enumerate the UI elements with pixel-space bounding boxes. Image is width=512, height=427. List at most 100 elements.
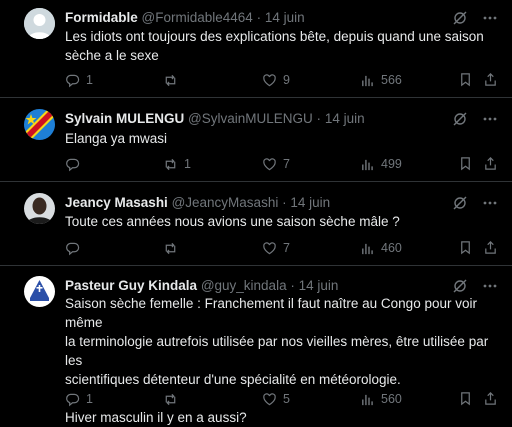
tweet-text: Elanga ya mwasi — [65, 129, 492, 148]
reply-count: 1 — [86, 392, 93, 406]
repost-button[interactable]: 1 — [163, 156, 191, 172]
grok-icon[interactable] — [452, 195, 468, 211]
avatar[interactable] — [24, 109, 55, 140]
tweet-text-line: Hiver masculin il y en a aussi? — [65, 410, 247, 425]
tweet-text: Les idiots ont toujours des explications… — [65, 27, 492, 65]
separator-dot: · — [316, 111, 322, 126]
more-icon[interactable] — [482, 278, 498, 294]
tweet-text-line: sèche a le sexe — [65, 48, 159, 63]
views-count: 566 — [381, 73, 402, 87]
views-button[interactable]: 460 — [360, 240, 402, 256]
share-icon[interactable] — [483, 240, 498, 255]
tweet-text-line: la terminologie autrefois utilisée par n… — [65, 334, 489, 368]
tweet-4[interactable]: Pasteur Guy Kindala @guy_kindala · 14 ju… — [0, 266, 512, 425]
avatar[interactable] — [24, 193, 55, 224]
separator-dot: · — [290, 278, 295, 293]
separator-dot: · — [282, 195, 287, 210]
reply-button[interactable] — [65, 240, 86, 256]
like-button[interactable]: 7 — [262, 156, 290, 172]
bookmark-icon[interactable] — [458, 391, 473, 406]
like-button[interactable]: 7 — [262, 240, 290, 256]
bookmark-icon[interactable] — [458, 240, 473, 255]
repost-icon — [165, 158, 176, 170]
views-count: 499 — [381, 157, 402, 171]
views-button[interactable]: 499 — [360, 156, 402, 172]
views-button[interactable]: 560 — [360, 391, 402, 407]
bookmark-icon[interactable] — [458, 72, 473, 87]
more-icon[interactable] — [482, 111, 498, 127]
share-icon[interactable] — [483, 72, 498, 87]
avatar[interactable] — [24, 276, 55, 307]
author-name[interactable]: Jeancy Masashi — [65, 195, 168, 210]
author-handle[interactable]: @JeancyMasashi — [172, 195, 279, 210]
tweet-1[interactable]: Formidable @Formidable4464 · 14 juin Les… — [0, 0, 512, 97]
repost-button[interactable] — [163, 72, 184, 88]
like-count: 9 — [283, 73, 290, 87]
views-count: 460 — [381, 241, 402, 255]
like-button[interactable]: 9 — [262, 72, 290, 88]
reply-button[interactable]: 1 — [65, 391, 93, 407]
share-icon[interactable] — [483, 156, 498, 171]
tweet-text: Toute ces années nous avions une saison … — [65, 212, 492, 231]
author-handle[interactable]: @SylvainMULENGU — [188, 111, 313, 126]
repost-button[interactable] — [163, 240, 184, 256]
timestamp[interactable]: 14 juin — [325, 111, 365, 126]
reply-button[interactable]: 1 — [65, 72, 93, 88]
tweet-header: Sylvain MULENGU @SylvainMULENGU · 14 jui… — [65, 110, 452, 127]
like-count: 5 — [283, 392, 290, 406]
repost-icon — [165, 74, 176, 86]
tweet-text-line: Elanga ya mwasi — [65, 131, 168, 146]
tweet-text-line: scientifiques détenteur d'une spécialité… — [65, 372, 401, 387]
like-icon — [263, 157, 276, 170]
grok-icon[interactable] — [452, 10, 468, 26]
bookmark-icon[interactable] — [458, 156, 473, 171]
grok-icon[interactable] — [452, 111, 468, 127]
like-count: 7 — [283, 241, 290, 255]
views-button[interactable]: 566 — [360, 72, 402, 88]
tweet-text-line: Les idiots ont toujours des explications… — [65, 29, 484, 44]
separator-dot: · — [256, 10, 262, 25]
reply-icon — [66, 393, 80, 406]
tweet-header: Formidable @Formidable4464 · 14 juin — [65, 9, 452, 26]
reply-icon — [66, 242, 80, 255]
tweet-header: Jeancy Masashi @JeancyMasashi · 14 juin — [65, 194, 452, 211]
author-handle[interactable]: @guy_kindala — [201, 278, 287, 293]
author-name[interactable]: Sylvain MULENGU — [65, 111, 184, 126]
grok-icon[interactable] — [452, 278, 468, 294]
share-icon[interactable] — [483, 391, 498, 406]
tweet-header: Pasteur Guy Kindala @guy_kindala · 14 ju… — [65, 277, 452, 294]
reply-icon — [66, 74, 80, 87]
repost-icon — [165, 242, 176, 254]
like-button[interactable]: 5 — [262, 391, 290, 407]
author-handle[interactable]: @Formidable4464 — [142, 10, 253, 25]
repost-icon — [165, 393, 176, 405]
more-icon[interactable] — [482, 10, 498, 26]
views-count: 560 — [381, 392, 402, 406]
views-icon — [362, 394, 373, 405]
person-avatar-icon — [24, 193, 55, 224]
tweet-2[interactable]: Sylvain MULENGU @SylvainMULENGU · 14 jui… — [0, 98, 512, 181]
like-count: 7 — [283, 157, 290, 171]
tweet-text-line: Saison sèche femelle : Franchement il fa… — [65, 296, 477, 330]
timestamp[interactable]: 14 juin — [299, 278, 339, 293]
default-avatar-icon — [24, 8, 55, 39]
tweet-text-line: Toute ces années nous avions une saison … — [65, 214, 400, 229]
reply-count: 1 — [86, 73, 93, 87]
like-icon — [263, 241, 276, 254]
reply-button[interactable] — [65, 156, 86, 172]
church-logo-avatar-icon — [24, 276, 55, 307]
more-icon[interactable] — [482, 195, 498, 211]
views-icon — [362, 243, 373, 254]
timestamp[interactable]: 14 juin — [265, 10, 305, 25]
flag-avatar-icon — [24, 109, 55, 140]
avatar[interactable] — [24, 8, 55, 39]
tweet-3[interactable]: Jeancy Masashi @JeancyMasashi · 14 juin … — [0, 182, 512, 265]
tweet-text: Saison sèche femelle : Franchement il fa… — [65, 294, 502, 427]
repost-button[interactable] — [163, 391, 184, 407]
timestamp[interactable]: 14 juin — [290, 195, 330, 210]
like-icon — [263, 73, 276, 86]
repost-count: 1 — [184, 157, 191, 171]
author-name[interactable]: Pasteur Guy Kindala — [65, 278, 197, 293]
author-name[interactable]: Formidable — [65, 10, 138, 25]
reply-icon — [66, 158, 80, 171]
